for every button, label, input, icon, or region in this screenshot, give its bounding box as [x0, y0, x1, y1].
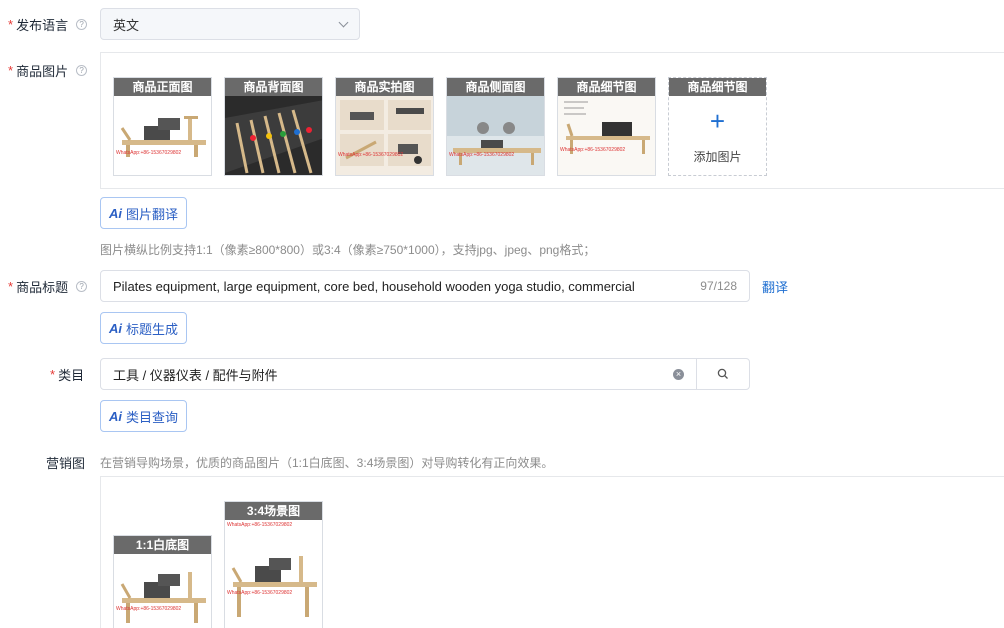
images-row-label: * 商品图片 ?: [8, 61, 88, 80]
help-icon[interactable]: ?: [76, 281, 88, 292]
required-mark: *: [50, 367, 56, 382]
reformer-scene-image: WhatsApp:+86-15367029802 WhatsApp:+86-15…: [227, 522, 317, 617]
title-label: 商品标题: [16, 280, 69, 295]
svg-text:WhatsApp:+86-15367029802: WhatsApp:+86-15367029802: [449, 152, 514, 158]
help-icon[interactable]: ?: [76, 65, 88, 76]
svg-text:WhatsApp:+86-15367029802: WhatsApp:+86-15367029802: [560, 147, 625, 153]
image-caption: 商品细节图: [669, 78, 766, 96]
image-caption: 商品背面图: [225, 78, 322, 96]
product-images-panel: 商品正面图 WhatsApp:+86-15367029802 商品背面图 商品实…: [100, 52, 1004, 189]
ai-icon: Ai: [109, 320, 122, 336]
ai-icon: Ai: [109, 408, 122, 424]
help-icon[interactable]: ?: [76, 19, 88, 30]
marketing-image-scene[interactable]: 3:4场景图 WhatsApp:+86-15367029802 WhatsApp…: [224, 501, 323, 628]
image-caption: 1:1白底图: [114, 536, 211, 554]
add-image-label: 添加图片: [693, 150, 742, 164]
product-image-real[interactable]: 商品实拍图 WhatsApp:+86-15367029802: [335, 77, 434, 176]
language-select[interactable]: 英文: [100, 8, 360, 40]
product-image-side[interactable]: 商品侧面图 WhatsApp:+86-15367029802: [446, 77, 545, 176]
plus-icon: +: [709, 106, 726, 136]
image-translate-button[interactable]: Ai 图片翻译: [100, 197, 188, 229]
product-image-detail[interactable]: 商品细节图 WhatsApp:+86-15367029802: [557, 77, 656, 176]
clear-icon[interactable]: ×: [673, 368, 684, 380]
images-label: 商品图片: [16, 64, 69, 79]
image-caption: 商品侧面图: [447, 78, 544, 96]
watermark-text: WhatsApp:+86-15367029802: [116, 150, 181, 156]
title-generate-button[interactable]: Ai 标题生成: [100, 312, 188, 344]
title-generate-label: 标题生成: [126, 321, 179, 337]
category-row-label: * 类目: [50, 365, 84, 384]
marketing-row-label: 营销图: [46, 453, 85, 472]
category-query-label: 类目查询: [126, 409, 179, 425]
image-caption: 商品正面图: [114, 78, 211, 96]
image-translate-label: 图片翻译: [126, 206, 179, 222]
category-query-button[interactable]: Ai 类目查询: [100, 400, 188, 432]
required-mark: *: [8, 279, 14, 294]
ai-icon: Ai: [109, 205, 122, 221]
product-image-back[interactable]: 商品背面图: [224, 77, 323, 176]
svg-text:WhatsApp:+86-15367029802: WhatsApp:+86-15367029802: [338, 152, 403, 158]
image-caption: 商品细节图: [558, 78, 655, 96]
category-label: 类目: [58, 368, 85, 383]
title-input[interactable]: Pilates equipment, large equipment, core…: [100, 270, 750, 302]
required-mark: *: [8, 63, 14, 78]
svg-text:WhatsApp:+86-15367029802: WhatsApp:+86-15367029802: [227, 590, 292, 596]
marketing-label: 营销图: [46, 456, 86, 471]
chevron-down-icon: [338, 17, 349, 27]
marketing-hint: 在营销导购场景，优质的商品图片（1:1白底图、3:4场景图）对导购转化有正向效果…: [100, 456, 554, 470]
svg-text:WhatsApp:+86-15367029802: WhatsApp:+86-15367029802: [116, 606, 181, 612]
title-input-value: Pilates equipment, large equipment, core…: [113, 278, 635, 294]
image-caption: 3:4场景图: [225, 502, 322, 520]
product-image-front[interactable]: 商品正面图 WhatsApp:+86-15367029802: [113, 77, 212, 176]
title-row-label: * 商品标题 ?: [8, 277, 88, 296]
svg-text:WhatsApp:+86-15367029802: WhatsApp:+86-15367029802: [227, 522, 292, 528]
search-icon: [717, 368, 728, 379]
required-mark: *: [8, 17, 14, 32]
image-caption: 商品实拍图: [336, 78, 433, 96]
image-format-hint: 图片横纵比例支持1:1（像素≥800*800）或3:4（像素≥750*1000）…: [100, 243, 596, 257]
add-image-slot[interactable]: 商品细节图 + 添加图片: [668, 77, 767, 176]
category-input[interactable]: 工具 / 仪器仪表 / 配件与附件 ×: [100, 358, 697, 390]
marketing-image-square[interactable]: 1:1白底图 WhatsApp:+86-15367029802: [113, 535, 212, 628]
language-select-value: 英文: [113, 17, 140, 33]
category-input-value: 工具 / 仪器仪表 / 配件与附件: [113, 367, 278, 383]
marketing-images-panel: 1:1白底图 WhatsApp:+86-15367029802 3:4场景图 W…: [100, 476, 1004, 628]
title-char-count: 97/128: [700, 279, 737, 293]
category-search-button[interactable]: [696, 358, 750, 390]
language-label: 发布语言: [16, 18, 69, 33]
translate-link[interactable]: 翻译: [762, 277, 788, 296]
language-row-label: * 发布语言 ?: [8, 15, 88, 34]
